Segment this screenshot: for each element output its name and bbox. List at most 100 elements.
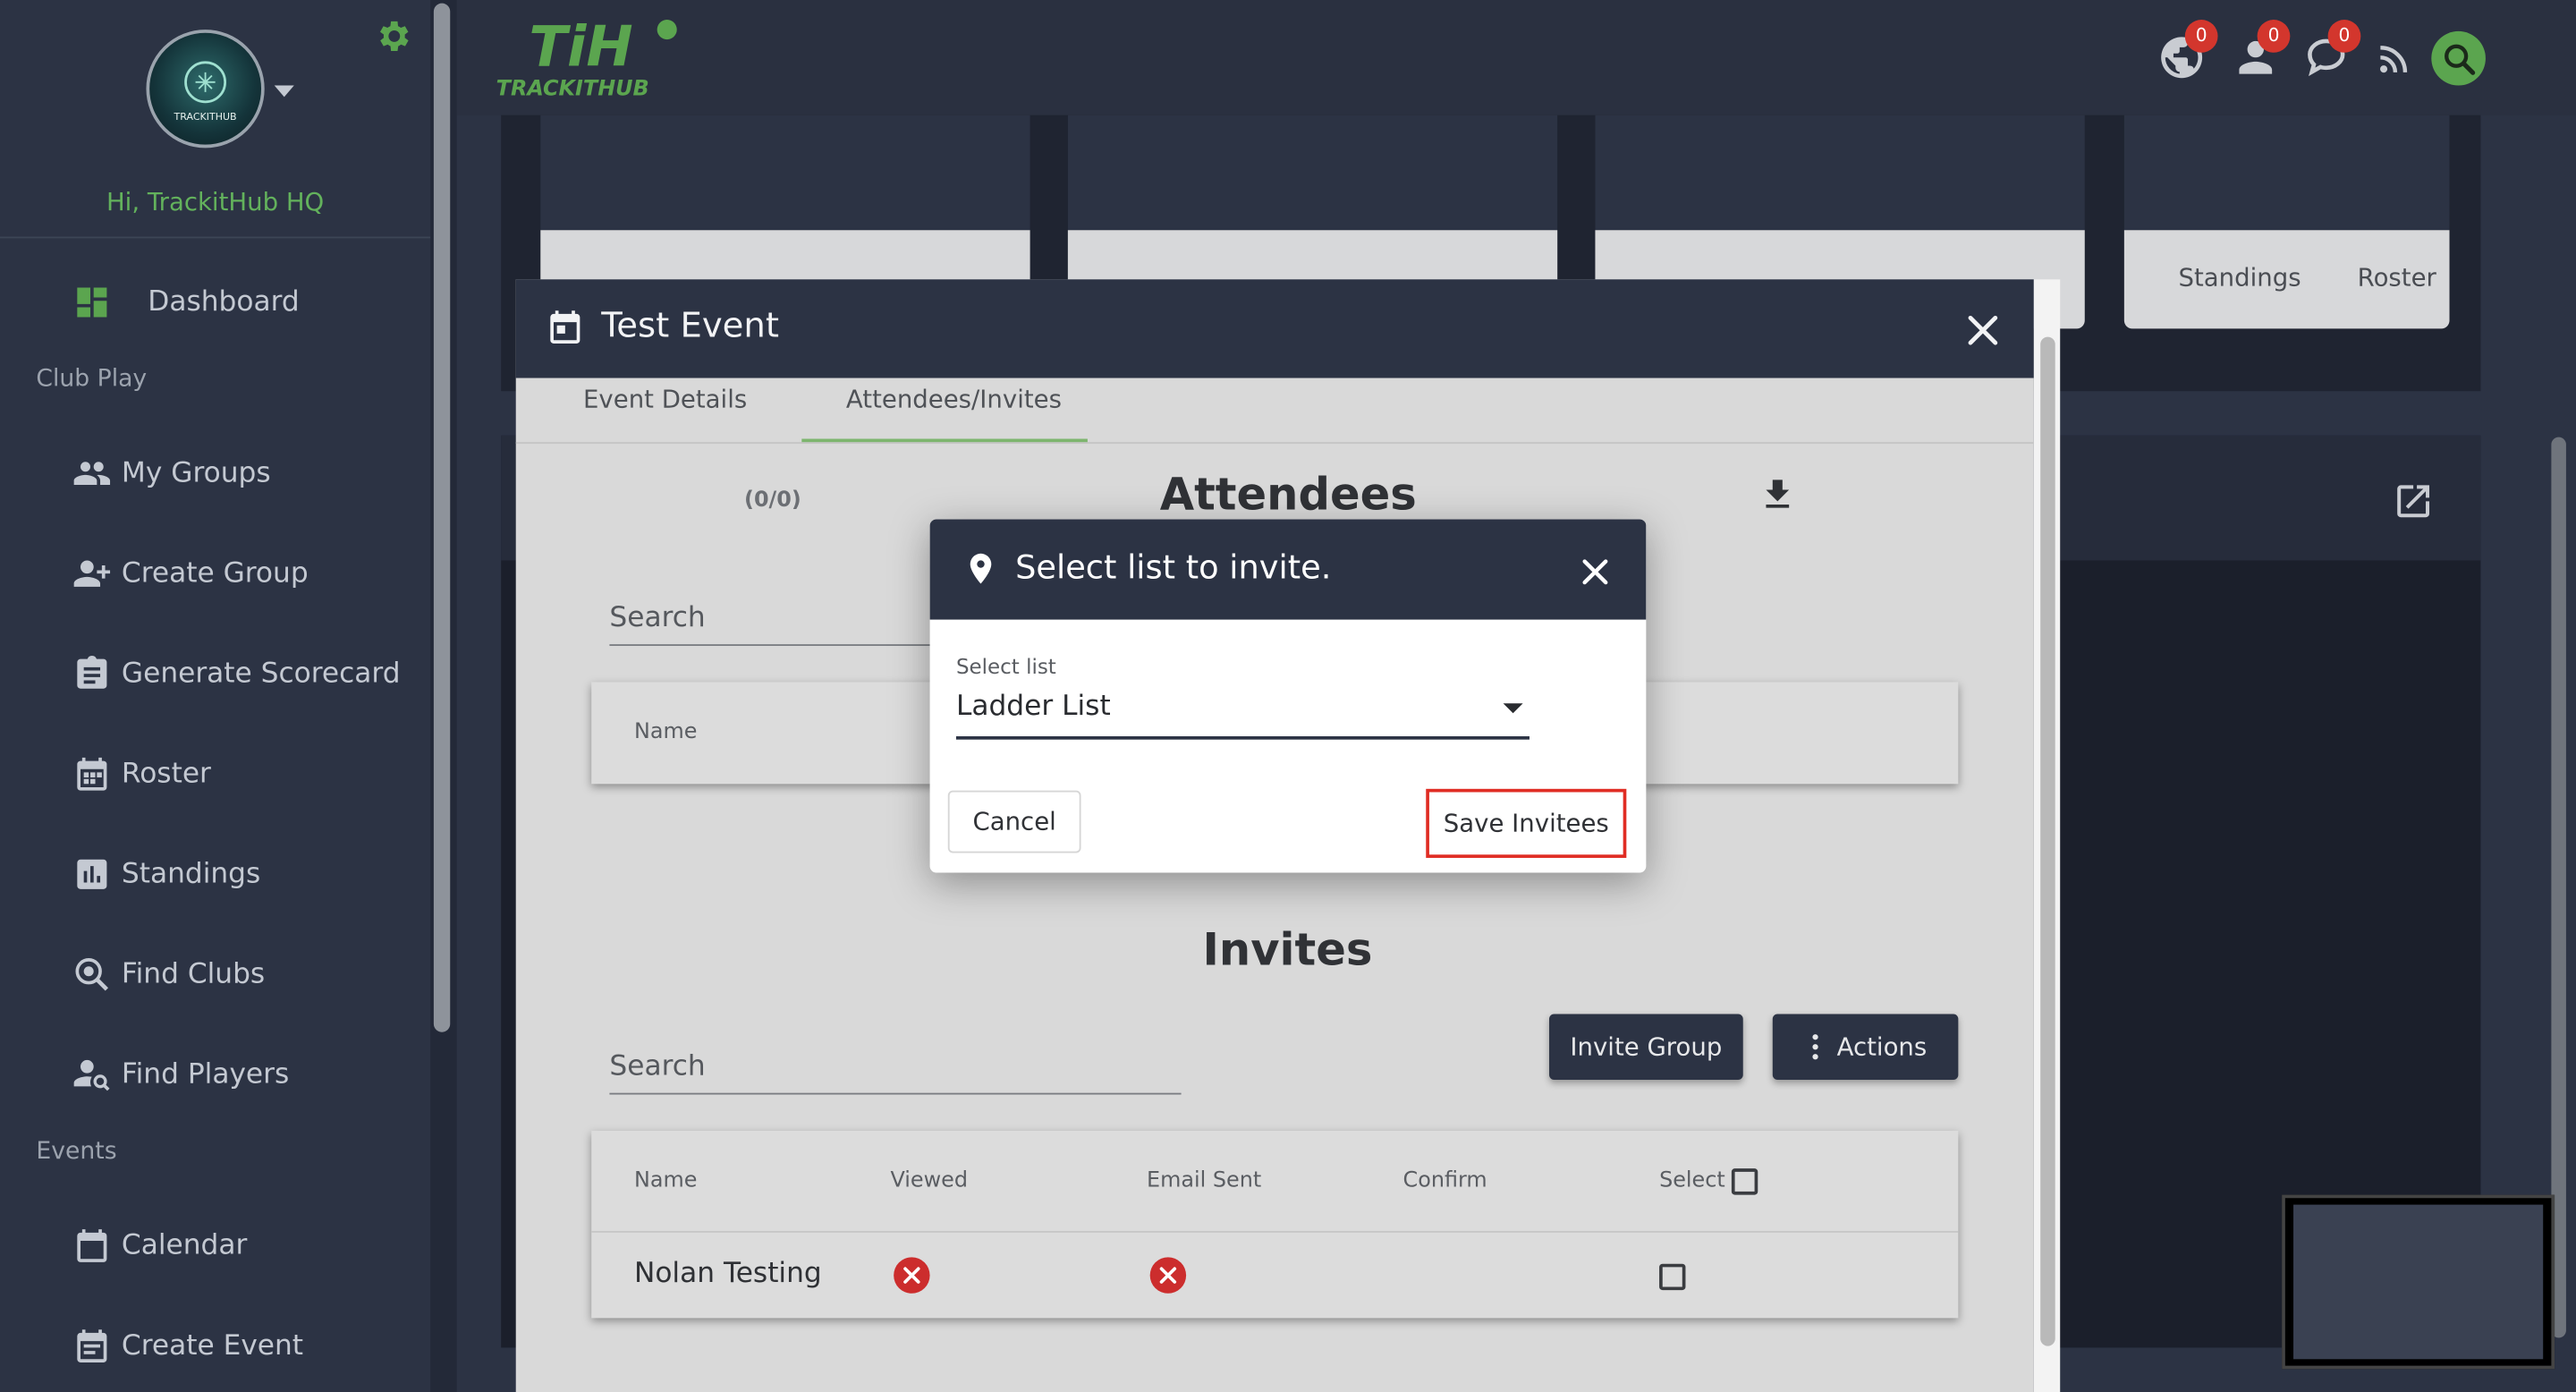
card-label-roster[interactable]: Roster [2358, 263, 2436, 293]
notification-badge: 0 [2184, 20, 2218, 53]
group-card-icons [1595, 115, 2085, 231]
find-players-icon [73, 1059, 110, 1091]
group-card-4[interactable] [2123, 115, 2450, 329]
sidebar-item-find-players[interactable]: Find Players [72, 1050, 289, 1099]
actions-button[interactable]: Actions [1772, 1014, 1959, 1080]
rss-icon[interactable] [2374, 39, 2413, 79]
sidebar: TRACKITHUB Hi, TrackitHub HQ Dashboard C… [0, 0, 431, 1392]
sidebar-divider [0, 236, 431, 239]
search-placeholder: Search [609, 601, 706, 635]
sidebar-item-label: Generate Scorecard [121, 657, 401, 691]
logo-mark: TiH [529, 13, 632, 79]
open-external-icon[interactable] [2392, 480, 2435, 522]
column-header-name: Name [633, 719, 698, 745]
add-group-icon [73, 560, 111, 587]
groups-icon [73, 462, 111, 485]
sidebar-item-label: Dashboard [148, 285, 300, 319]
modal-scrollbar[interactable] [2040, 336, 2055, 1346]
table-row-divider [591, 1230, 1959, 1233]
dialog-title: Select list to invite. [1015, 547, 1332, 587]
active-tab-indicator [801, 438, 1088, 443]
event-modal-header: Test Event [515, 279, 2034, 378]
sidebar-item-label: Find Players [121, 1058, 290, 1091]
search-placeholder: Search [609, 1049, 706, 1083]
sidebar-item-label: Find Clubs [121, 958, 266, 991]
group-card-icons [2123, 115, 2450, 231]
save-invitees-button[interactable]: Save Invitees [1426, 788, 1627, 858]
sidebar-item-label: Create Group [121, 556, 309, 590]
global-search-button[interactable] [2431, 30, 2486, 86]
trackithub-logo[interactable]: TiH TRACKITHUB [493, 10, 707, 106]
select-list-label: Select list [955, 654, 1056, 679]
gear-icon[interactable] [373, 16, 412, 55]
attendees-search-input[interactable]: Search [609, 601, 938, 646]
profile-dropdown-caret[interactable] [274, 85, 294, 98]
sidebar-item-label: Create Event [121, 1329, 304, 1362]
invite-group-button[interactable]: Invite Group [1549, 1014, 1743, 1080]
sidebar-item-label: Roster [121, 757, 211, 791]
calendar-icon [550, 310, 580, 344]
sidebar-item-label: Standings [121, 857, 261, 891]
attendees-heading: Attendees [1159, 470, 1417, 522]
group-card-icons [540, 115, 1030, 231]
message-badge: 0 [2327, 20, 2361, 53]
tab-attendees-invites[interactable]: Attendees/Invites [846, 385, 1062, 414]
app-root: Standings Roster TiH TRACKITHUB 0 0 0 TR… [0, 0, 2576, 1392]
sidebar-item-find-clubs[interactable]: Find Clubs [72, 950, 265, 999]
club-avatar[interactable]: TRACKITHUB [146, 30, 265, 149]
card-label-standings[interactable]: Standings [2178, 263, 2301, 293]
event-tabs: Event Details Attendees/Invites [515, 378, 2034, 445]
close-icon[interactable] [1577, 554, 1613, 590]
club-logo-text: TRACKITHUB [174, 111, 237, 123]
invites-heading: Invites [1202, 925, 1373, 977]
column-header-email-sent: Email Sent [1147, 1168, 1262, 1193]
column-header-viewed: Viewed [890, 1168, 969, 1193]
sidebar-item-create-event[interactable]: Create Event [72, 1321, 303, 1371]
select-all-checkbox[interactable] [1731, 1168, 1758, 1195]
sidebar-item-label: Calendar [121, 1229, 248, 1262]
search-icon [2444, 43, 2475, 74]
section-club-play: Club Play [36, 366, 148, 394]
actions-label: Actions [1836, 1031, 1928, 1062]
download-icon[interactable] [1758, 475, 1797, 514]
sidebar-item-my-groups[interactable]: My Groups [72, 449, 271, 498]
selected-list-value: Ladder List [955, 690, 1111, 724]
cancel-button[interactable]: Cancel [947, 790, 1081, 853]
sidebar-item-create-group[interactable]: Create Group [72, 549, 309, 598]
sidebar-item-label: My Groups [121, 456, 271, 490]
invites-search-input[interactable]: Search [609, 1049, 1182, 1095]
list-select-dropdown[interactable]: Ladder List [955, 683, 1530, 740]
close-icon[interactable] [1962, 309, 2004, 352]
clipboard-icon [77, 656, 107, 689]
dialog-header: Select list to invite. [929, 519, 1647, 620]
sidebar-item-calendar[interactable]: Calendar [72, 1221, 248, 1270]
select-list-dialog: Select list to invite. Select list Ladde… [929, 519, 1647, 873]
screen-preview-thumbnail [2282, 1194, 2555, 1370]
invites-table: Name Viewed Email Sent Confirm Select No… [591, 1130, 1959, 1319]
row-select-checkbox[interactable] [1659, 1263, 1686, 1291]
column-header-confirm: Confirm [1402, 1168, 1487, 1193]
create-event-icon [77, 1329, 107, 1362]
sidebar-item-roster[interactable]: Roster [72, 750, 211, 799]
standings-icon [77, 859, 107, 889]
sidebar-item-standings[interactable]: Standings [72, 850, 260, 899]
user-greeting: Hi, TrackitHub HQ [106, 187, 325, 217]
event-modal-title: Test Event [601, 305, 779, 345]
attendee-count: (0/0) [744, 488, 801, 514]
club-logo-icon: TRACKITHUB [174, 61, 237, 123]
thumbnail-content [2293, 1204, 2544, 1360]
email-not-sent-icon [1149, 1257, 1187, 1294]
sidebar-scrollbar[interactable] [433, 3, 451, 1032]
find-clubs-icon [75, 958, 109, 991]
tab-event-details[interactable]: Event Details [583, 385, 747, 414]
calendar-icon [77, 1229, 107, 1262]
location-pin-icon [970, 553, 992, 584]
sidebar-item-dashboard[interactable]: Dashboard [72, 277, 300, 327]
section-events: Events [36, 1139, 117, 1166]
friend-request-badge: 0 [2257, 20, 2291, 53]
chevron-down-icon [1503, 703, 1523, 714]
group-card-icons [1067, 115, 1558, 231]
sidebar-item-generate-scorecard[interactable]: Generate Scorecard [72, 649, 401, 699]
roster-icon [77, 757, 107, 791]
not-viewed-icon [894, 1257, 930, 1294]
